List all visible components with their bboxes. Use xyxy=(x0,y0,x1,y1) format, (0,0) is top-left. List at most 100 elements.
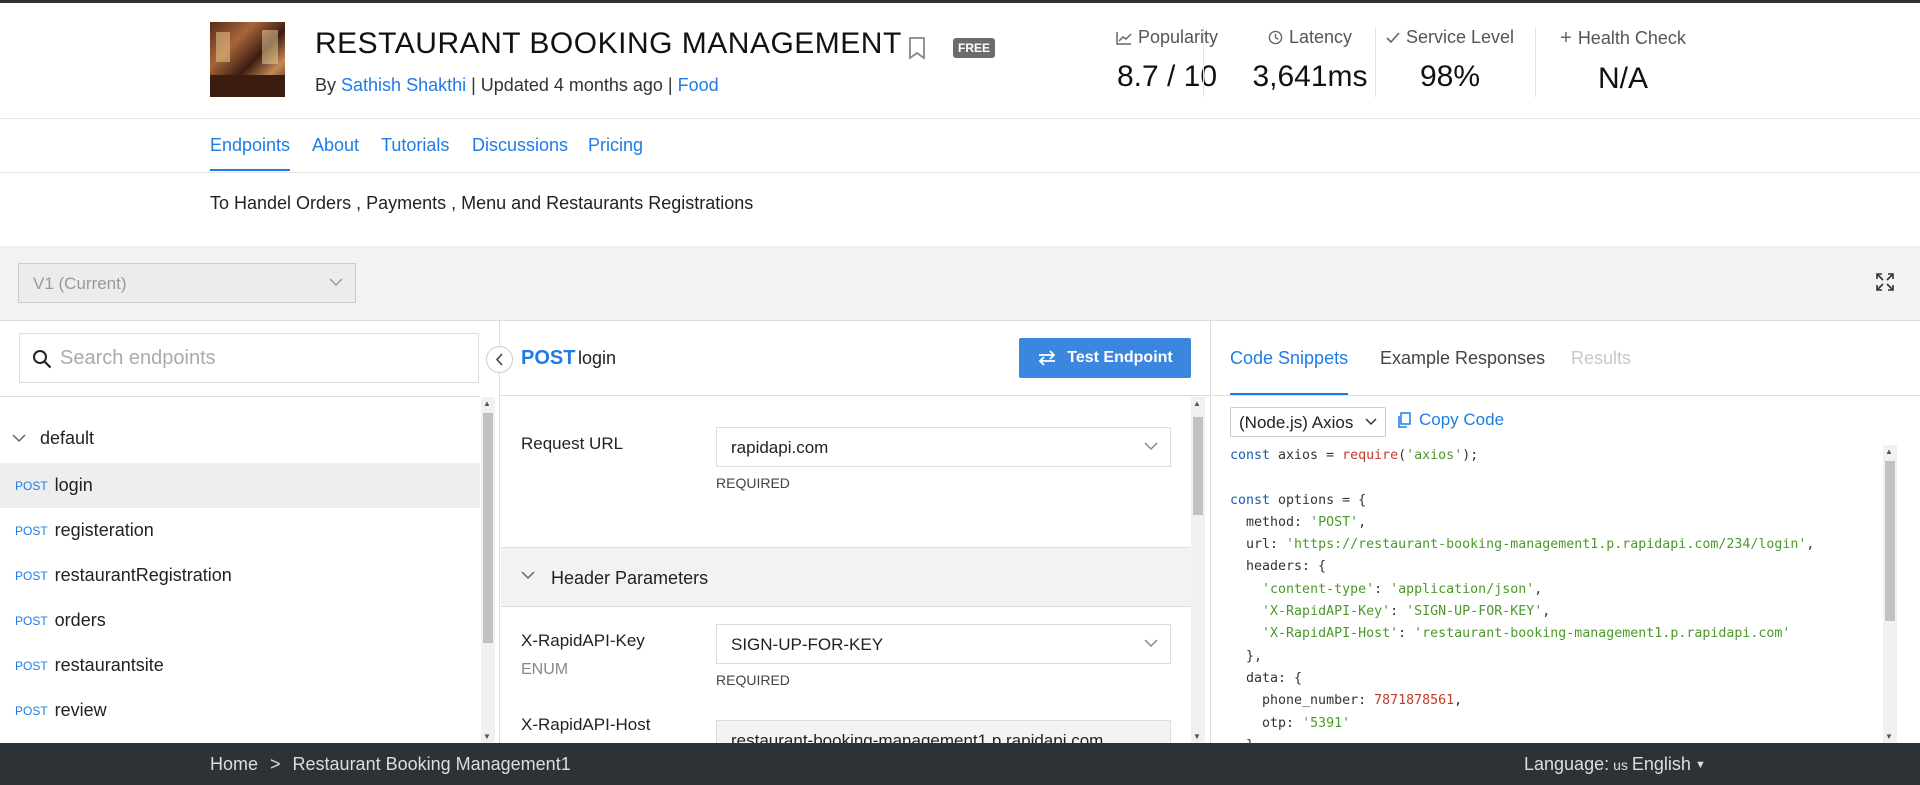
endpoint-name: orders xyxy=(54,610,106,630)
test-endpoint-button[interactable]: Test Endpoint xyxy=(1019,338,1191,378)
language-select[interactable]: (Node.js) Axios xyxy=(1230,407,1386,437)
language-switcher[interactable]: Language: us English ▼ xyxy=(1524,754,1706,775)
api-key-select[interactable]: SIGN-UP-FOR-KEY xyxy=(716,624,1171,664)
endpoint-header: POST login Test Endpoint xyxy=(501,321,1211,396)
stat-divider xyxy=(1203,27,1204,97)
endpoint-panel: POST login Test Endpoint Request URL rap… xyxy=(501,321,1211,743)
category-link[interactable]: Food xyxy=(678,75,719,95)
tab-discussions[interactable]: Discussions xyxy=(472,135,568,156)
list-item[interactable]: POST review xyxy=(0,688,480,733)
request-url-value: rapidapi.com xyxy=(731,438,829,457)
endpoint-group[interactable]: default xyxy=(0,397,480,459)
required-label: REQUIRED xyxy=(716,672,790,688)
fullscreen-icon[interactable] xyxy=(1876,273,1894,291)
breadcrumb-home[interactable]: Home xyxy=(210,754,258,775)
endpoints-sidebar: Search endpoints default POST login POST r… xyxy=(0,321,500,743)
list-item[interactable]: POST login xyxy=(0,463,480,508)
endpoint-list: default POST login POST registeration POST… xyxy=(0,396,480,743)
tab-pricing[interactable]: Pricing xyxy=(588,135,643,156)
snippet-tabs: Code Snippets Example Responses Results xyxy=(1212,321,1920,396)
scroll-up-arrow[interactable]: ▲ xyxy=(483,399,491,408)
list-item[interactable]: POST restaurantRegistration xyxy=(0,553,480,598)
endpoint-name: registeration xyxy=(54,520,154,540)
chevron-down-icon xyxy=(329,278,343,287)
header-parameters-label: Header Parameters xyxy=(551,568,709,588)
byline: By Sathish Shakthi | Updated 4 months ag… xyxy=(315,75,719,96)
api-title: RESTAURANT BOOKING MANAGEMENT xyxy=(315,27,902,60)
stat-divider xyxy=(1535,27,1536,97)
stat-latency: Latency 3,641ms xyxy=(1215,27,1405,94)
check-icon xyxy=(1386,31,1400,43)
service-level-label: Service Level xyxy=(1405,27,1515,47)
endpoint-name: restaurantsite xyxy=(54,655,164,675)
chevron-down-icon xyxy=(12,434,26,443)
api-host-field[interactable]: restaurant-booking-management1.p.rapidap… xyxy=(716,720,1171,743)
endpoint-name: review xyxy=(54,700,107,720)
health-check-label: Health Check xyxy=(1577,28,1686,48)
flag-label: us xyxy=(1613,756,1628,773)
service-level-value: 98% xyxy=(1419,60,1481,93)
bookmark-icon[interactable] xyxy=(907,36,927,60)
tab-tutorials[interactable]: Tutorials xyxy=(381,135,449,156)
tab-about[interactable]: About xyxy=(312,135,359,156)
author-link[interactable]: Sathish Shakthi xyxy=(341,75,466,95)
tab-example-responses[interactable]: Example Responses xyxy=(1380,348,1545,369)
code-scrollbar[interactable]: ▲ ▼ xyxy=(1883,445,1897,743)
search-input[interactable]: Search endpoints xyxy=(19,333,479,383)
popularity-label: Popularity xyxy=(1137,27,1219,47)
method-badge: POST xyxy=(15,478,48,493)
latency-label: Latency xyxy=(1288,27,1353,47)
language-value: English xyxy=(1631,754,1691,774)
group-label: default xyxy=(40,428,95,448)
api-host-label: X-RapidAPI-Host xyxy=(521,715,651,734)
test-endpoint-label: Test Endpoint xyxy=(1067,349,1173,366)
sidebar-scrollbar[interactable]: ▲ ▼ xyxy=(481,397,495,743)
list-item[interactable]: POST registeration xyxy=(0,508,480,553)
scroll-down-arrow[interactable]: ▼ xyxy=(483,732,491,741)
method-badge: POST xyxy=(15,703,48,718)
scroll-up-arrow[interactable]: ▲ xyxy=(1193,399,1201,408)
api-key-value: SIGN-UP-FOR-KEY xyxy=(731,635,884,654)
updated-text: | Updated 4 months ago | xyxy=(471,75,673,95)
collapse-sidebar-button[interactable] xyxy=(486,346,513,373)
api-description: To Handel Orders , Payments , Menu and R… xyxy=(210,193,754,213)
endpoint-params: Request URL rapidapi.com REQUIRED Header… xyxy=(501,397,1191,743)
chevron-down-icon xyxy=(1144,639,1158,648)
request-url-label: Request URL xyxy=(521,434,624,453)
scrollbar-thumb[interactable] xyxy=(1193,417,1203,515)
chevron-down-icon xyxy=(1144,442,1158,451)
version-bar: V1 (Current) xyxy=(0,246,1920,321)
endpoint-name: restaurantRegistration xyxy=(54,565,232,585)
breadcrumb: Home > Restaurant Booking Management1 xyxy=(210,754,571,775)
list-item[interactable]: POST orders xyxy=(0,598,480,643)
chevron-down-icon xyxy=(521,571,535,580)
tab-endpoints[interactable]: Endpoints xyxy=(210,135,291,171)
caret-down-icon: ▼ xyxy=(1694,758,1706,771)
search-icon xyxy=(33,350,52,369)
method-badge: POST xyxy=(15,613,48,628)
params-scrollbar[interactable]: ▲ ▼ xyxy=(1191,397,1205,743)
header-parameters-section[interactable]: Header Parameters xyxy=(501,547,1191,607)
health-check-value: N/A xyxy=(1597,62,1648,95)
api-key-label: X-RapidAPI-Key xyxy=(521,631,645,650)
required-label: REQUIRED xyxy=(716,475,790,491)
code-snippet: const axios = require('axios'); const op… xyxy=(1230,448,1815,743)
version-select[interactable]: V1 (Current) xyxy=(18,263,356,303)
trend-icon xyxy=(1116,31,1132,45)
request-url-select[interactable]: rapidapi.com xyxy=(716,427,1171,467)
tab-code-snippets[interactable]: Code Snippets xyxy=(1230,348,1349,395)
scroll-up-arrow[interactable]: ▲ xyxy=(1885,447,1893,456)
scroll-down-arrow[interactable]: ▼ xyxy=(1193,732,1201,741)
version-value: V1 (Current) xyxy=(33,274,127,293)
list-item[interactable]: POST restaurantsite xyxy=(0,643,480,688)
scrollbar-thumb[interactable] xyxy=(483,413,493,643)
stat-divider xyxy=(1375,27,1376,97)
language-value: (Node.js) Axios xyxy=(1239,413,1354,432)
api-host-value: restaurant-booking-management1.p.rapidap… xyxy=(731,731,1104,743)
api-header: RESTAURANT BOOKING MANAGEMENT FREE By Sa… xyxy=(0,3,1920,118)
chevron-left-icon xyxy=(495,353,503,366)
scroll-down-arrow[interactable]: ▼ xyxy=(1885,732,1893,741)
scrollbar-thumb[interactable] xyxy=(1885,461,1895,621)
copy-code-button[interactable]: Copy Code xyxy=(1397,410,1504,430)
tab-results[interactable]: Results xyxy=(1571,348,1631,369)
